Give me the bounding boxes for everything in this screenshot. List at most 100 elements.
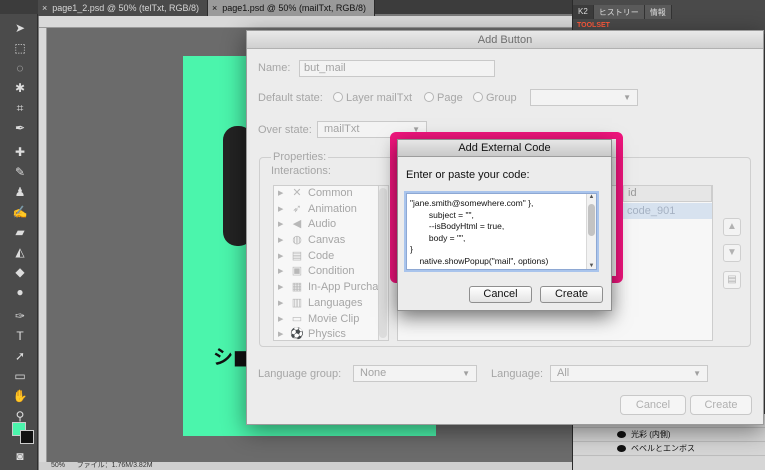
radio-button-icon[interactable]: [424, 92, 434, 102]
code-scrollbar[interactable]: ▲ ▼: [586, 194, 596, 269]
eyedropper-icon[interactable]: ✒: [11, 120, 29, 136]
table-header-id[interactable]: id: [623, 185, 712, 202]
quick-mask-icon[interactable]: ◙: [11, 448, 29, 464]
scroll-up-icon[interactable]: ▲: [587, 194, 596, 200]
cancel-button[interactable]: Cancel: [620, 395, 686, 415]
ext-cancel-button[interactable]: Cancel: [469, 286, 532, 303]
code-icon: ▤: [291, 249, 303, 262]
languages-icon: ▥: [291, 296, 303, 309]
radio-button-icon[interactable]: [333, 92, 343, 102]
expand-triangle-icon[interactable]: ▶: [278, 327, 286, 340]
text-tool-icon[interactable]: T: [11, 328, 29, 344]
stamp-tool-icon[interactable]: ♟: [11, 184, 29, 200]
delete-button[interactable]: ▤: [723, 271, 741, 289]
move-down-button[interactable]: ▼: [723, 244, 741, 262]
interaction-in-app-purchase[interactable]: ▶ ▦ In-App Purcha: [274, 280, 388, 296]
expand-triangle-icon[interactable]: ▶: [278, 233, 286, 249]
arrow-up-icon: ▲: [727, 221, 737, 232]
tab-history[interactable]: ヒストリー: [593, 5, 645, 19]
code-prompt: Enter or paste your code:: [406, 169, 530, 181]
magic-wand-icon[interactable]: ✱: [11, 80, 29, 96]
move-tool-icon[interactable]: ➤: [11, 20, 29, 36]
lasso-tool-icon[interactable]: ◌: [11, 60, 29, 76]
radio-layer[interactable]: Layer mailTxt: [333, 92, 412, 104]
toolset-label: TOOLSET: [577, 22, 610, 29]
eye-icon[interactable]: [617, 445, 626, 452]
chevron-down-icon: ▼: [693, 369, 701, 378]
interaction-physics[interactable]: ▶ ⚽ Physics: [274, 327, 388, 341]
name-field[interactable]: but_mail: [299, 60, 495, 77]
history-brush-icon[interactable]: ✍: [11, 204, 29, 220]
eraser-tool-icon[interactable]: ▰: [11, 224, 29, 240]
radio-group[interactable]: Group: [473, 92, 517, 104]
group-select[interactable]: ▼: [530, 89, 638, 106]
expand-triangle-icon[interactable]: ▶: [278, 296, 286, 312]
expand-triangle-icon[interactable]: ▶: [278, 217, 286, 233]
interaction-condition[interactable]: ▶ ▣ Condition: [274, 264, 388, 280]
tab-info[interactable]: 情報: [644, 5, 672, 19]
crop-tool-icon[interactable]: ⌗: [11, 100, 29, 116]
background-color-swatch[interactable]: [20, 430, 34, 444]
expand-triangle-icon[interactable]: ▶: [278, 264, 286, 280]
move-up-button[interactable]: ▲: [723, 218, 741, 236]
interaction-audio[interactable]: ▶ ◀ Audio: [274, 217, 388, 233]
add-external-code-dialog: Add External Code Enter or paste your co…: [397, 139, 612, 311]
eye-icon[interactable]: [617, 431, 626, 438]
code-line: }: [410, 244, 413, 254]
path-select-icon[interactable]: ➚: [11, 348, 29, 364]
interaction-movie-clip[interactable]: ▶ ▭ Movie Clip: [274, 312, 388, 328]
chevron-down-icon: ▼: [623, 93, 631, 102]
interactions-scroll-thumb[interactable]: [379, 188, 387, 338]
interaction-languages[interactable]: ▶ ▥ Languages: [274, 296, 388, 312]
close-icon[interactable]: ×: [212, 0, 217, 16]
status-zoom[interactable]: 50%: [51, 462, 65, 469]
movie-icon: ▭: [291, 312, 303, 325]
expand-triangle-icon[interactable]: ▶: [278, 312, 286, 328]
healing-brush-icon[interactable]: ✚: [11, 144, 29, 160]
cart-icon: ▦: [291, 281, 303, 294]
interaction-animation[interactable]: ▶ ➶ Animation: [274, 202, 388, 218]
interaction-common[interactable]: ▶ ✕ Common: [274, 186, 388, 202]
pen-tool-icon[interactable]: ✑: [11, 308, 29, 324]
interaction-code[interactable]: ▶ ▤ Code: [274, 249, 388, 265]
expand-triangle-icon[interactable]: ▶: [278, 186, 286, 202]
layer-row[interactable]: 光彩 (内側): [573, 428, 765, 442]
status-bar: 50% ファイル：1.76M/3.82M: [39, 462, 572, 470]
table-cell-id[interactable]: code_901: [623, 203, 712, 219]
radio-button-icon[interactable]: [473, 92, 483, 102]
code-line: --isBodyHtml = true,: [410, 221, 505, 231]
trash-icon: ▤: [727, 274, 737, 285]
expand-triangle-icon[interactable]: ▶: [278, 202, 286, 218]
blur-tool-icon[interactable]: ◆: [11, 264, 29, 280]
interaction-canvas[interactable]: ▶ ◍ Canvas: [274, 233, 388, 249]
ext-create-button[interactable]: Create: [540, 286, 603, 303]
radio-page[interactable]: Page: [424, 92, 463, 104]
bucket-tool-icon[interactable]: ◭: [11, 244, 29, 260]
arrow-down-icon: ▼: [727, 247, 737, 258]
language-group-value: None: [360, 367, 387, 379]
close-icon[interactable]: ×: [42, 0, 47, 16]
physics-icon: ⚽: [290, 328, 304, 341]
layer-label: 光彩 (内側): [631, 429, 671, 439]
animation-icon: ➶: [292, 202, 302, 215]
code-scroll-thumb[interactable]: [588, 204, 595, 236]
tab-page1[interactable]: × page1.psd @ 50% (mailTxt, RGB/8): [207, 0, 375, 16]
tab-k2[interactable]: K2: [573, 5, 594, 19]
expand-triangle-icon[interactable]: ▶: [278, 280, 286, 296]
expand-triangle-icon[interactable]: ▶: [278, 249, 286, 265]
create-button[interactable]: Create: [690, 395, 752, 415]
marquee-tool-icon[interactable]: ⬚: [11, 40, 29, 56]
interactions-list[interactable]: ▶ ✕ Common ▶ ➶ Animation ▶ ◀ Audio ▶ ◍ Canvas ▶ ▤…: [273, 185, 389, 341]
brush-tool-icon[interactable]: ✎: [11, 164, 29, 180]
layer-row[interactable]: ベベルとエンボス: [573, 442, 765, 456]
chevron-down-icon: ▼: [462, 369, 470, 378]
dodge-tool-icon[interactable]: ●: [11, 284, 29, 300]
shape-tool-icon[interactable]: ▭: [11, 368, 29, 384]
code-textarea[interactable]: "jane.smith@somewhere.com" }, subject = …: [406, 193, 597, 270]
tab-page1-2[interactable]: × page1_2.psd @ 50% (telTxt, RGB/8): [38, 0, 208, 16]
language-group-select[interactable]: None ▼: [353, 365, 477, 382]
language-select[interactable]: All ▼: [550, 365, 708, 382]
speaker-icon: ◀: [292, 218, 302, 231]
scroll-down-icon[interactable]: ▼: [587, 263, 596, 269]
hand-tool-icon[interactable]: ✋: [11, 388, 29, 404]
